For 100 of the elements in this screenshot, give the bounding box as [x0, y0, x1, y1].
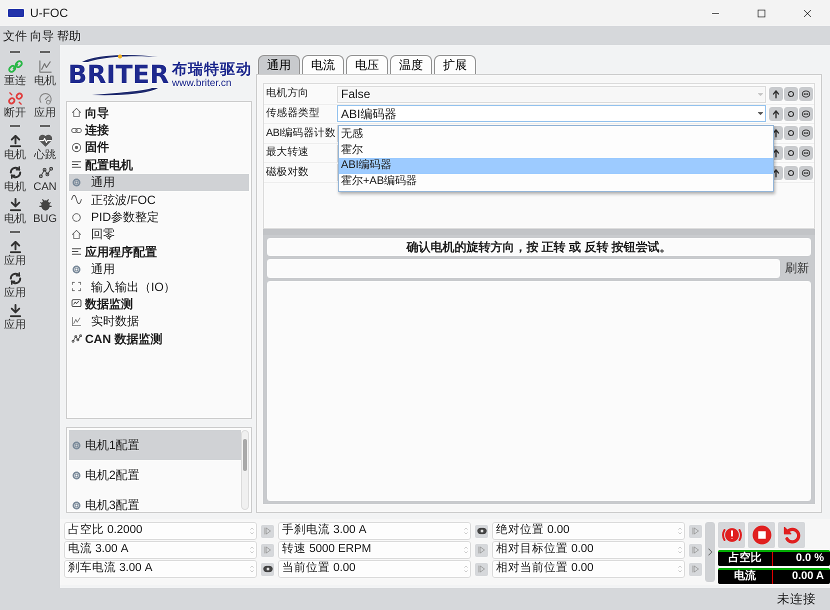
toolbar-button[interactable]: 应用 [0, 237, 30, 269]
alarm-button[interactable] [718, 522, 745, 548]
sliders-icon [71, 159, 82, 170]
play-icon [476, 545, 486, 555]
toolbar-button[interactable]: 电机 [0, 195, 30, 227]
tab[interactable]: 电压 [346, 55, 388, 74]
toolbar-button[interactable]: 应用 [0, 269, 30, 301]
tree-item[interactable]: 配置电机 [69, 156, 249, 174]
tree-item[interactable]: 通用 [69, 260, 249, 278]
combo-box[interactable]: False [337, 86, 766, 103]
reset-button[interactable] [784, 126, 798, 140]
upload-button[interactable] [769, 106, 783, 121]
list-item[interactable]: 电机1配置 [69, 430, 241, 460]
help-button[interactable] [799, 166, 813, 180]
tab[interactable]: 温度 [390, 55, 432, 74]
tree-item[interactable]: 应用程序配置 [69, 243, 249, 261]
spin-field[interactable]: 转速 5000 ERPM [278, 541, 471, 559]
refresh-icon [786, 148, 796, 158]
play-button[interactable] [475, 544, 488, 556]
refresh-icon [786, 168, 796, 178]
tab[interactable]: 扩展 [434, 55, 476, 74]
list-item[interactable]: 电机2配置 [69, 460, 241, 490]
toolbar-button[interactable]: 电机 [0, 131, 30, 163]
play-button[interactable] [475, 562, 488, 576]
reset-button[interactable] [784, 166, 798, 180]
play-button[interactable] [689, 544, 702, 556]
menu-item[interactable]: 向导 [30, 28, 54, 44]
reset-button[interactable] [784, 146, 798, 160]
spin-field[interactable]: 相对当前位置 0.00 [492, 560, 685, 578]
spin-arrows-icon [248, 563, 256, 575]
spin-field[interactable]: 电流 3.00 A [64, 541, 257, 559]
toolbar-button[interactable]: BUG [30, 195, 60, 227]
play-button[interactable] [261, 524, 274, 538]
toolbar-button[interactable]: 应用 [0, 301, 30, 333]
tree-item[interactable]: 回零 [69, 226, 249, 244]
spin-field[interactable]: 占空比 0.2000 [64, 522, 257, 540]
combo-box[interactable]: ABI编码器 [337, 105, 766, 122]
spin-arrows-icon [676, 525, 684, 537]
help-button[interactable] [799, 126, 813, 140]
spin-field[interactable]: 当前位置 0.00 [278, 560, 471, 578]
help-button[interactable] [799, 106, 813, 121]
toolbar-button[interactable]: 电机 [30, 57, 60, 89]
stop-button[interactable] [748, 522, 775, 548]
refresh-button[interactable]: 刷新 [783, 259, 811, 278]
tab[interactable]: 通用 [258, 55, 300, 74]
spin-field[interactable]: 相对目标位置 0.00 [492, 541, 685, 559]
tree-item[interactable]: 通用 [69, 174, 249, 191]
toolbar-button[interactable]: 重连 [0, 57, 30, 89]
toolbar-button[interactable]: 电机 [0, 163, 30, 195]
toolbar-button[interactable]: CAN [30, 163, 60, 195]
brand-name: BRITER [68, 62, 169, 88]
hint-text: 确认电机的旋转方向，按 正转 或 反转 按钮尝试。 [267, 238, 811, 256]
tree-item[interactable]: 向导 [69, 104, 249, 122]
arrow-up-icon [771, 108, 781, 119]
meter-display: 电流 0.00 A [718, 568, 830, 584]
dropdown-option[interactable]: 无感 [339, 127, 773, 143]
help-button[interactable] [799, 146, 813, 160]
gear-icon [71, 470, 82, 480]
list-item[interactable]: 电机3配置 [69, 490, 241, 520]
company-name: 布瑞特驱动 [172, 61, 252, 78]
field-label: 电机方向 [265, 86, 310, 102]
spin-field[interactable]: 刹车电流 3.00 A [64, 560, 257, 578]
arrow-up-icon [771, 89, 781, 100]
toolbar-button[interactable]: 心跳 [30, 131, 60, 163]
scrollbar[interactable] [241, 430, 249, 510]
link-icon [8, 59, 22, 74]
menu-item[interactable]: 帮助 [57, 28, 81, 44]
status-text: 未连接 [777, 590, 816, 608]
dropdown-option[interactable]: 霍尔+AB编码器 [339, 174, 773, 190]
toolbar-button[interactable]: 断开 [0, 89, 30, 121]
spin-arrows-icon [462, 544, 470, 556]
hold-button[interactable] [261, 562, 274, 576]
play-button[interactable] [261, 544, 274, 556]
dropdown-option[interactable]: ABI编码器 [339, 158, 773, 174]
tree-item[interactable]: CAN 数据监测 [69, 330, 249, 348]
window-title: U-FOC [30, 5, 69, 22]
reset-button[interactable] [784, 106, 798, 121]
spin-arrows-icon [462, 563, 470, 575]
tree-item[interactable]: PID参数整定 [69, 208, 249, 226]
tree-item[interactable]: 实时数据 [69, 312, 249, 330]
help-button[interactable] [799, 87, 813, 102]
broken-link-icon [8, 91, 22, 106]
tree-item[interactable]: 正弦波/FOC [69, 190, 249, 208]
toolbar-button[interactable]: 应用 [30, 89, 60, 121]
play-button[interactable] [689, 562, 702, 576]
refresh-icon [8, 165, 22, 180]
play-button[interactable] [689, 524, 702, 538]
dropdown-option[interactable]: 霍尔 [339, 142, 773, 158]
tree-item[interactable]: 数据监测 [69, 295, 249, 313]
spin-field[interactable]: 绝对位置 0.00 [492, 522, 685, 540]
hold-button[interactable] [475, 524, 488, 538]
menu-item[interactable]: 文件 [3, 28, 27, 44]
input-field[interactable] [267, 258, 780, 278]
upload-button[interactable] [769, 87, 783, 102]
tab[interactable]: 电流 [302, 55, 344, 74]
reset-button[interactable] [784, 87, 798, 102]
tree-item[interactable]: 连接 [69, 121, 249, 139]
tree-item[interactable]: 固件 [69, 138, 249, 156]
tree-item[interactable]: 输入输出（IO） [69, 278, 249, 296]
spin-field[interactable]: 手刹电流 3.00 A [278, 522, 471, 540]
